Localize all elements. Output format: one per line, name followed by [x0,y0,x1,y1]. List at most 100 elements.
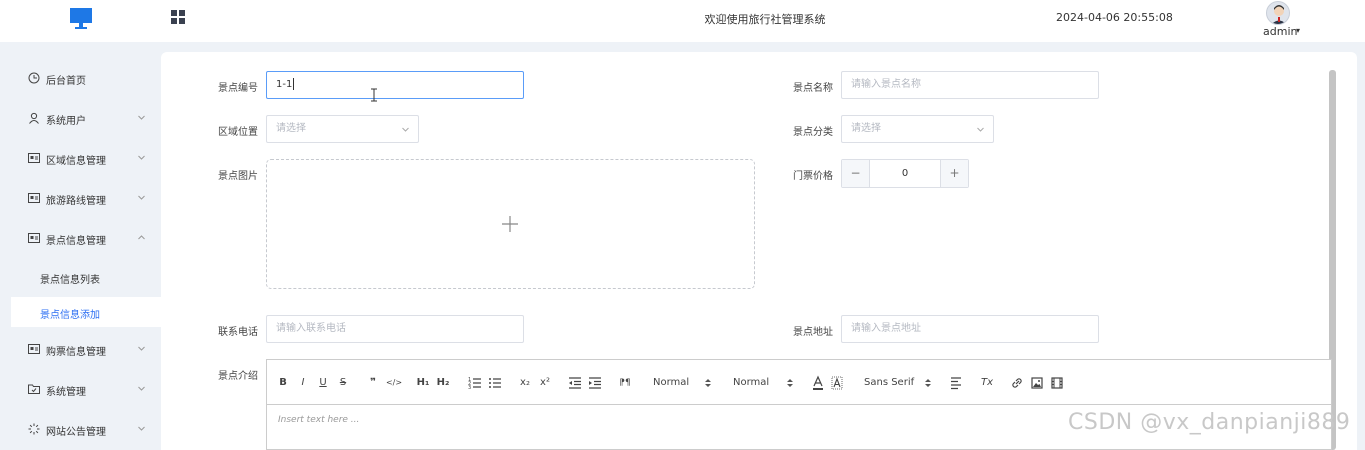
card-icon [28,153,40,163]
chevron-down-icon [977,127,984,132]
subscript-button[interactable]: x₂ [518,375,532,391]
font-picker[interactable]: Sans Serif [864,375,934,391]
sidebar-item-tickets[interactable]: 购票信息管理 [0,332,161,368]
h1-button[interactable]: H₁ [415,375,431,391]
chevron-down-icon [138,426,145,431]
sidebar-item-announcements[interactable]: 网站公告管理 [0,412,161,448]
region-label: 区域位置 [218,127,258,138]
card-icon [28,193,40,203]
sidebar: 后台首页 系统用户 区域信息管理 旅游路线管理 景点信息管理 景点信息列表 景点… [0,42,161,450]
updown-arrows-icon [925,379,931,387]
sidebar-item-label: 系统管理 [46,387,86,398]
bold-button[interactable]: B [277,375,289,391]
category-select[interactable]: 请选择 [841,115,994,143]
sidebar-item-label: 网站公告管理 [46,427,106,438]
top-header: 欢迎使用旅行社管理系统 2024-04-06 20:55:08 admin ▾ [0,0,1365,42]
sidebar-item-dashboard[interactable]: 后台首页 [0,61,161,97]
chevron-down-icon [138,115,145,120]
category-label: 景点分类 [793,127,833,138]
rtl-direction-button[interactable]: ⁋¶ [617,375,633,391]
chevron-down-icon [138,155,145,160]
indent-icon[interactable] [588,375,602,391]
sidebar-subitem-spot-add[interactable]: 景点信息添加 [11,297,161,327]
image-uploader[interactable] [266,159,755,289]
watermark-text: CSDN @vx_danpianji889 [1068,410,1351,435]
sidebar-item-label: 旅游路线管理 [46,196,106,207]
spot-no-input[interactable]: 1-1 [266,71,524,99]
sidebar-item-label: 后台首页 [46,76,86,87]
video-icon[interactable] [1051,375,1063,391]
card-icon [28,233,40,243]
avatar[interactable] [1266,1,1290,25]
chevron-down-icon [138,195,145,200]
updown-arrows-icon [705,379,711,387]
size-picker[interactable]: Normal [653,375,713,391]
user-icon [29,112,39,124]
background-color-icon[interactable] [831,375,843,391]
font-picker-label: Sans Serif [864,377,915,388]
italic-button[interactable]: I [297,375,309,391]
caret-down-icon[interactable]: ▾ [1296,26,1300,35]
updown-arrows-icon [787,379,793,387]
bullet-list-icon[interactable] [488,375,502,391]
rich-text-editor: B I U S ❞ </> H₁ H₂ 123 x₂ x² ⁋¶ Normal … [266,359,1332,450]
text-caret [293,78,295,90]
price-label: 门票价格 [793,171,833,182]
sidebar-item-spots[interactable]: 景点信息管理 [0,221,161,257]
underline-button[interactable]: U [317,375,329,391]
text-color-icon[interactable] [812,375,824,391]
strike-button[interactable]: S [337,375,349,391]
svg-text:3: 3 [468,385,471,391]
spot-name-input[interactable]: 请输入景点名称 [841,71,1099,99]
price-stepper[interactable]: − 0 + [841,159,969,188]
card-icon [28,344,40,354]
sidebar-item-label: 系统用户 [46,116,86,127]
clean-format-button[interactable]: Tx [980,375,994,391]
blockquote-button[interactable]: ❞ [367,375,379,391]
folder-icon [28,384,40,394]
ordered-list-icon[interactable]: 123 [468,375,482,391]
sidebar-item-routes[interactable]: 旅游路线管理 [0,181,161,217]
phone-label: 联系电话 [218,327,258,338]
decrement-button[interactable]: − [842,160,870,187]
sidebar-item-region[interactable]: 区域信息管理 [0,141,161,177]
image-icon[interactable] [1031,375,1043,391]
spot-no-value: 1-1 [276,79,293,90]
spot-no-label: 景点编号 [218,83,258,94]
outdent-icon[interactable] [568,375,582,391]
superscript-button[interactable]: x² [538,375,552,391]
chevron-up-icon [138,235,145,240]
address-input[interactable]: 请输入景点地址 [841,315,1099,343]
chevron-down-icon [138,386,145,391]
size-picker-label: Normal [653,377,690,388]
header-picker-label: Normal [733,377,770,388]
region-select[interactable]: 请选择 [266,115,419,143]
sidebar-item-label: 区域信息管理 [46,156,106,167]
editor-toolbar: B I U S ❞ </> H₁ H₂ 123 x₂ x² ⁋¶ Normal … [267,360,1331,405]
sidebar-subitem-label: 景点信息添加 [40,310,100,321]
price-value[interactable]: 0 [870,160,940,187]
sidebar-subitem-label: 景点信息列表 [40,275,100,286]
ibeam-cursor-icon [371,88,377,102]
increment-button[interactable]: + [940,160,968,187]
link-icon[interactable] [1011,375,1023,391]
code-button[interactable]: </> [385,375,403,391]
sidebar-item-system-manage[interactable]: 系统管理 [0,372,161,408]
header-picker[interactable]: Normal [733,375,793,391]
chevron-down-icon [138,346,145,351]
chevron-down-icon [402,127,409,132]
h2-button[interactable]: H₂ [435,375,451,391]
phone-input[interactable]: 请输入联系电话 [266,315,524,343]
clock-icon [28,72,40,84]
sidebar-item-label: 景点信息管理 [46,236,106,247]
username-dropdown[interactable]: admin [1263,25,1297,38]
sidebar-subitem-spot-list[interactable]: 景点信息列表 [0,262,161,292]
align-icon[interactable] [950,375,962,391]
sidebar-item-label: 购票信息管理 [46,347,106,358]
spot-name-label: 景点名称 [793,83,833,94]
image-label: 景点图片 [218,171,258,182]
editor-content-area[interactable]: Insert text here ... [278,415,359,425]
sidebar-item-system-users[interactable]: 系统用户 [0,101,161,137]
plus-icon [502,216,518,232]
loading-icon [28,423,40,435]
